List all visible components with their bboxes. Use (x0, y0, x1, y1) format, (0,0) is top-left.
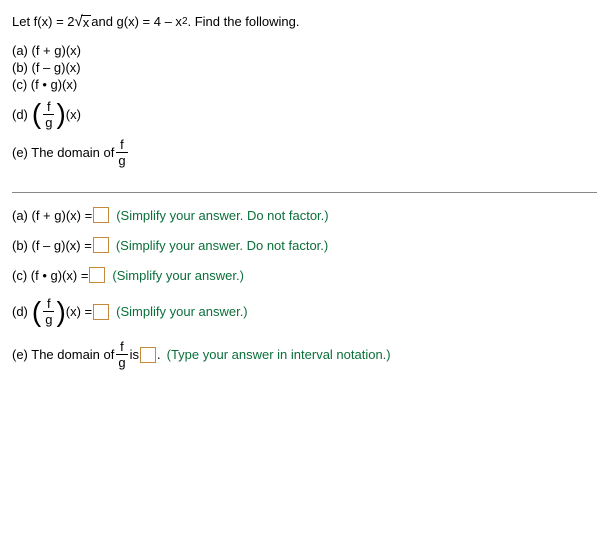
intro-mid: and g(x) = 4 – x (91, 14, 182, 29)
answer-d-label: (d) (12, 304, 28, 319)
frac-num-e: f (118, 138, 126, 152)
frac-f-over-g-e-ans: f g (116, 340, 127, 369)
frac-num: f (45, 100, 53, 114)
answer-a-lhs: (a) (f + g)(x) = (12, 208, 92, 223)
part-d-after: (x) (66, 107, 81, 122)
answer-c-lhs: (c) (f • g)(x) = (12, 268, 88, 283)
sqrt-arg: x (81, 15, 92, 29)
answer-c-input[interactable] (89, 267, 105, 283)
intro-suffix: . Find the following. (188, 14, 300, 29)
frac-num-d-ans: f (45, 297, 53, 311)
frac-den: g (43, 114, 54, 129)
answer-b: (b) (f – g)(x) = (Simplify your answer. … (12, 237, 597, 253)
part-b: (b) (f – g)(x) (12, 60, 597, 75)
sqrt-symbol: √ x (75, 15, 92, 29)
frac-f-over-g-d-ans: f g (43, 297, 54, 326)
part-a: (a) (f + g)(x) (12, 43, 597, 58)
frac-den-d-ans: g (43, 311, 54, 326)
frac-f-over-g: f g (43, 100, 54, 129)
frac-num-e-ans: f (118, 340, 126, 354)
answer-d: (d) ( f g ) (x) = (Simplify your answer.… (12, 297, 597, 326)
part-c: (c) (f • g)(x) (12, 77, 597, 92)
part-c-text: (c) (f • g)(x) (12, 77, 77, 92)
answer-c-hint: (Simplify your answer.) (112, 268, 243, 283)
part-b-text: (b) (f – g)(x) (12, 60, 81, 75)
answer-d-after: (x) = (66, 304, 92, 319)
answer-d-input[interactable] (93, 304, 109, 320)
answer-b-input[interactable] (93, 237, 109, 253)
part-d-paren: ( f g ) (32, 100, 66, 129)
part-e-prefix: (e) The domain of (12, 145, 114, 160)
frac-den-e-ans: g (116, 354, 127, 369)
answer-e-prefix: (e) The domain of (12, 347, 114, 362)
answer-e-suffix: . (157, 347, 161, 362)
part-d: (d) ( f g ) (x) (12, 98, 597, 130)
answer-b-hint: (Simplify your answer. Do not factor.) (116, 238, 328, 253)
answer-a-hint: (Simplify your answer. Do not factor.) (116, 208, 328, 223)
answer-a-input[interactable] (93, 207, 109, 223)
answer-d-hint: (Simplify your answer.) (116, 304, 247, 319)
answer-c: (c) (f • g)(x) = (Simplify your answer.) (12, 267, 597, 283)
section-divider (12, 192, 597, 193)
answer-e-hint: (Type your answer in interval notation.) (167, 347, 391, 362)
part-a-text: (a) (f + g)(x) (12, 43, 81, 58)
intro-prefix: Let f(x) = 2 (12, 14, 75, 29)
answer-e-mid: is (130, 347, 139, 362)
frac-f-over-g-e: f g (116, 138, 127, 167)
answer-b-lhs: (b) (f – g)(x) = (12, 238, 92, 253)
answer-e: (e) The domain of f g is . (Type your an… (12, 340, 597, 369)
part-e: (e) The domain of f g (12, 136, 597, 168)
answer-a: (a) (f + g)(x) = (Simplify your answer. … (12, 207, 597, 223)
answer-e-input[interactable] (140, 347, 156, 363)
part-d-label: (d) (12, 107, 28, 122)
problem-intro: Let f(x) = 2 √ x and g(x) = 4 – x 2 . Fi… (12, 14, 597, 29)
answer-d-paren: ( f g ) (32, 297, 66, 326)
frac-den-e: g (116, 152, 127, 167)
